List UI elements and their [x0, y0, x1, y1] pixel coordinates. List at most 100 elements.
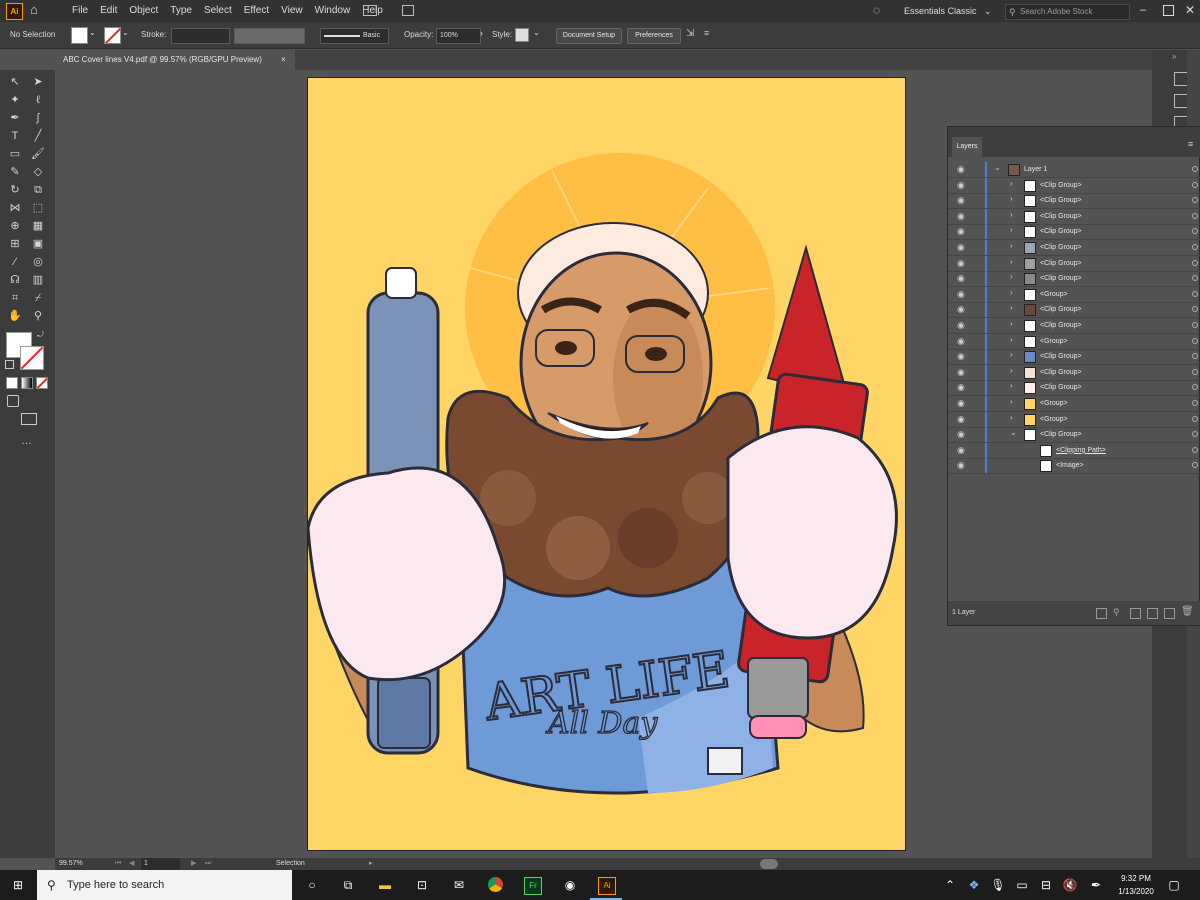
properties-icon[interactable]: [1174, 72, 1188, 86]
drawing-mode-icon[interactable]: [7, 395, 19, 407]
lightbulb-icon[interactable]: ◌: [873, 3, 880, 17]
taskbar-search-box[interactable]: ⚲ Type here to search: [37, 870, 292, 900]
menu-object[interactable]: Object: [123, 0, 164, 22]
sublayer-row[interactable]: ◉ › <Clip Group>: [948, 349, 1200, 366]
eyedropper-tool-icon[interactable]: ⁄: [8, 255, 22, 269]
visibility-eye-icon[interactable]: ◉: [957, 195, 965, 206]
sublayer-row[interactable]: ◉ › <Clip Group>: [948, 240, 1200, 256]
chevron-right-icon[interactable]: ›: [1010, 272, 1013, 281]
menu-file[interactable]: File: [66, 0, 94, 22]
last-artboard-icon[interactable]: ⏭: [205, 858, 211, 870]
visibility-eye-icon[interactable]: ◉: [957, 180, 965, 191]
style-swatch[interactable]: [515, 28, 529, 42]
sublayer-row[interactable]: ◉ › <Clip Group>: [948, 364, 1200, 381]
menu-effect[interactable]: Effect: [238, 0, 275, 22]
sublayer-row[interactable]: ◉ › <Clip Group>: [948, 318, 1200, 334]
visibility-eye-icon[interactable]: ◉: [957, 304, 965, 315]
sublayer-row[interactable]: ◉ <Clipping Path>: [948, 442, 1200, 459]
target-circle-icon[interactable]: [1192, 337, 1198, 344]
artboard-tool-icon[interactable]: ⌗: [8, 291, 22, 305]
visibility-eye-icon[interactable]: ◉: [957, 445, 965, 456]
menu-window[interactable]: Window: [309, 0, 357, 22]
artboard[interactable]: ART LIFE All Day: [307, 77, 906, 851]
scale-tool-icon[interactable]: ⧉: [31, 183, 45, 197]
chevron-right-icon[interactable]: ›: [1010, 397, 1013, 406]
paintbrush-tool-icon[interactable]: 🖌: [31, 147, 45, 161]
mesh-tool-icon[interactable]: ⊞: [8, 237, 22, 251]
chevron-right-icon[interactable]: ›: [1010, 257, 1013, 266]
sublayer-row[interactable]: ◉ ⌄ <Clip Group>: [948, 427, 1200, 444]
type-tool-icon[interactable]: T: [8, 129, 22, 143]
target-circle-icon[interactable]: [1192, 446, 1198, 453]
menu-select[interactable]: Select: [198, 0, 238, 22]
visibility-eye-icon[interactable]: ◉: [957, 414, 965, 425]
sublayer-row[interactable]: ◉ › <Clip Group>: [948, 380, 1200, 397]
stroke-color-box[interactable]: [20, 346, 44, 370]
show-hidden-icons-icon[interactable]: ⌃: [942, 877, 958, 893]
menu-view[interactable]: View: [275, 0, 309, 22]
swap-fill-stroke-icon[interactable]: ⤾: [37, 330, 44, 340]
visibility-eye-icon[interactable]: ◉: [957, 351, 965, 362]
visibility-eye-icon[interactable]: ◉: [957, 226, 965, 237]
line-tool-icon[interactable]: ╱: [31, 129, 45, 143]
task-view-icon[interactable]: ⧉: [340, 877, 356, 893]
target-circle-icon[interactable]: [1192, 353, 1198, 360]
document-tab[interactable]: ABC Cover lines V4.pdf @ 99.57% (RGB/GPU…: [55, 50, 295, 70]
restore-button[interactable]: [1163, 5, 1174, 16]
visibility-eye-icon[interactable]: ◉: [957, 367, 965, 378]
visibility-eye-icon[interactable]: ◉: [957, 258, 965, 269]
target-circle-icon[interactable]: [1192, 228, 1198, 235]
chrome-icon[interactable]: [488, 877, 503, 892]
color-mode-icon[interactable]: [6, 377, 18, 389]
sublayer-row[interactable]: ◉ › <Clip Group>: [948, 255, 1200, 272]
pen-workspace-icon[interactable]: ✒: [1088, 877, 1104, 893]
chevron-down-icon[interactable]: ⌄: [533, 28, 540, 37]
perspective-grid-tool-icon[interactable]: ▦: [31, 219, 45, 233]
new-sublayer-icon[interactable]: [1147, 608, 1158, 619]
none-mode-icon[interactable]: [36, 377, 48, 389]
target-circle-icon[interactable]: [1192, 259, 1198, 266]
sublayer-row[interactable]: ◉ › <Group>: [948, 286, 1200, 303]
new-layer-icon[interactable]: [1164, 608, 1175, 619]
illustrator-taskbar-icon[interactable]: Ai: [598, 877, 616, 895]
sublayer-row[interactable]: ◉ › <Group>: [948, 411, 1200, 428]
visibility-eye-icon[interactable]: ◉: [957, 273, 965, 284]
target-circle-icon[interactable]: [1192, 431, 1198, 438]
shaper-tool-icon[interactable]: ✎: [8, 165, 22, 179]
artboard-number-field[interactable]: 1: [141, 858, 180, 870]
rectangle-tool-icon[interactable]: ▭: [8, 147, 22, 161]
sublayer-row[interactable]: ◉ › <Clip Group>: [948, 302, 1200, 319]
stroke-weight-field[interactable]: [171, 28, 230, 44]
dropbox-icon[interactable]: ❖: [966, 877, 982, 893]
chevron-right-icon[interactable]: ›: [480, 28, 483, 38]
close-button[interactable]: ✕: [1185, 3, 1195, 17]
obs-icon[interactable]: ◉: [562, 877, 578, 893]
sublayer-row[interactable]: ◉ <Image>: [948, 458, 1200, 475]
target-circle-icon[interactable]: [1192, 415, 1198, 422]
fresco-icon[interactable]: Fr: [524, 877, 542, 895]
chevron-right-icon[interactable]: ›: [1010, 303, 1013, 312]
gradient-mode-icon[interactable]: [21, 377, 33, 389]
target-circle-icon[interactable]: [1192, 275, 1198, 282]
previous-artboard-icon[interactable]: ◀: [129, 858, 134, 870]
stroke-swatch[interactable]: [104, 27, 121, 44]
preferences-button[interactable]: Preferences: [627, 28, 681, 44]
chevron-right-icon[interactable]: ›: [1010, 194, 1013, 203]
sublayer-row[interactable]: ◉ › <Clip Group>: [948, 224, 1200, 241]
visibility-eye-icon[interactable]: ◉: [957, 164, 965, 175]
direct-selection-tool-icon[interactable]: ➤: [31, 75, 45, 89]
sublayer-row[interactable]: ◉ › <Clip Group>: [948, 193, 1200, 210]
visibility-eye-icon[interactable]: ◉: [957, 382, 965, 393]
chevron-right-icon[interactable]: ›: [1010, 288, 1013, 297]
microsoft-store-icon[interactable]: ⊡: [414, 877, 430, 893]
collapse-panels-icon[interactable]: »: [1172, 52, 1176, 61]
document-setup-button[interactable]: Document Setup: [556, 28, 622, 44]
target-circle-icon[interactable]: [1192, 244, 1198, 250]
sublayer-row[interactable]: ◉ › <Clip Group>: [948, 271, 1200, 288]
sublayer-row[interactable]: ◉ › <Group>: [948, 333, 1200, 350]
windows-start-icon[interactable]: ⊞: [10, 877, 26, 893]
selection-tool-icon[interactable]: ↖: [8, 75, 22, 89]
visibility-eye-icon[interactable]: ◉: [957, 289, 965, 300]
trash-icon[interactable]: 🗑: [1181, 606, 1194, 617]
gradient-tool-icon[interactable]: ▣: [31, 237, 45, 251]
